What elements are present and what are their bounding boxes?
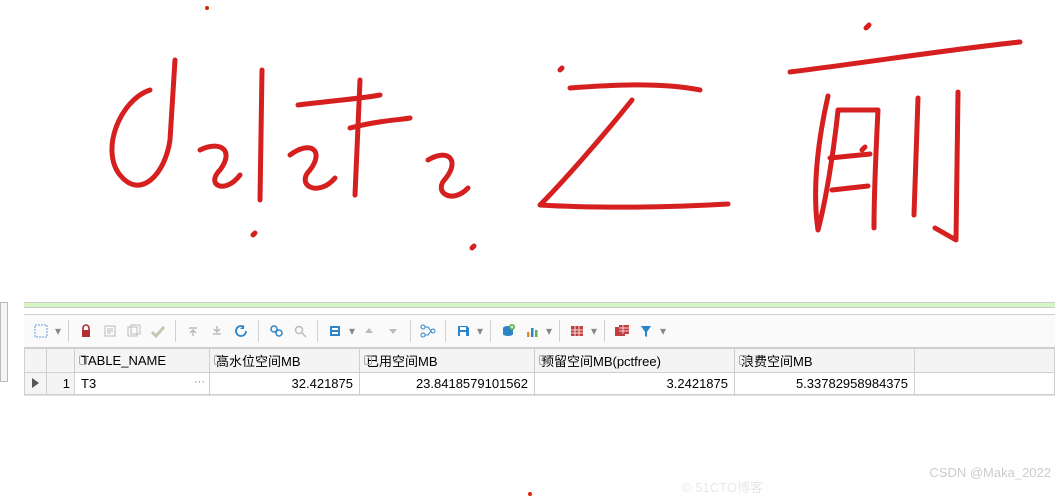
grid-toolbar: ▾ ▾ ▾ ▾	[24, 314, 1055, 348]
dock-stub[interactable]	[0, 302, 8, 382]
collapse-up-icon[interactable]	[182, 320, 204, 342]
chart-icon[interactable]	[521, 320, 543, 342]
dropdown-icon[interactable]: ▾	[659, 324, 667, 338]
watermark-csdn: CSDN @Maka_2022	[929, 465, 1051, 480]
dropdown-icon[interactable]: ▾	[348, 324, 356, 338]
row-number: 1	[47, 373, 75, 395]
divider-bar	[24, 302, 1055, 308]
cell-pctfree[interactable]: 3.2421875	[535, 373, 735, 395]
col-wasted[interactable]: 浪费空间MB	[735, 349, 915, 373]
red-dot	[205, 6, 209, 10]
dropdown-icon[interactable]: ▾	[54, 324, 62, 338]
link-query-icon[interactable]	[417, 320, 439, 342]
grid-icon[interactable]	[566, 320, 588, 342]
header-row: TABLE_NAME 高水位空间MB 已用空间MB 预留空间MB(pctfree…	[25, 349, 1055, 373]
nav-down-icon[interactable]	[382, 320, 404, 342]
dropdown-icon[interactable]: ▾	[590, 324, 598, 338]
fetch-all-icon[interactable]	[123, 320, 145, 342]
single-record-icon[interactable]	[324, 320, 346, 342]
data-grid[interactable]: TABLE_NAME 高水位空间MB 已用空间MB 预留空间MB(pctfree…	[24, 348, 1055, 396]
handwriting-svg	[0, 0, 1063, 280]
export-db-icon[interactable]	[497, 320, 519, 342]
dropdown-icon[interactable]: ▾	[545, 324, 553, 338]
col-table-name[interactable]: TABLE_NAME	[75, 349, 210, 373]
row-indicator[interactable]	[25, 373, 47, 395]
content-panel: ▾ ▾ ▾ ▾	[24, 314, 1055, 484]
col-hwm[interactable]: 高水位空间MB	[210, 349, 360, 373]
handwriting-annotation	[0, 0, 1063, 280]
table-row[interactable]: 1 T3··· 32.421875 23.8418579101562 3.242…	[25, 373, 1055, 395]
col-used[interactable]: 已用空间MB	[360, 349, 535, 373]
cell-editor-icon[interactable]: ···	[194, 376, 205, 388]
collapse-down-icon[interactable]	[206, 320, 228, 342]
cell-table-name[interactable]: T3···	[75, 373, 210, 395]
select-rect-icon[interactable]	[30, 320, 52, 342]
dropdown-icon[interactable]: ▾	[476, 324, 484, 338]
cell-used[interactable]: 23.8418579101562	[360, 373, 535, 395]
save-icon[interactable]	[452, 320, 474, 342]
filter-funnel-icon[interactable]	[635, 320, 657, 342]
lock-icon[interactable]	[75, 320, 97, 342]
grid-stack-icon[interactable]	[611, 320, 633, 342]
watermark-51cto: © 51CTO博客	[682, 477, 763, 496]
cell-hwm[interactable]: 32.421875	[210, 373, 360, 395]
commit-icon[interactable]	[147, 320, 169, 342]
find-next-icon[interactable]	[289, 320, 311, 342]
refresh-icon[interactable]	[230, 320, 252, 342]
cell-wasted[interactable]: 5.33782958984375	[735, 373, 915, 395]
nav-up-icon[interactable]	[358, 320, 380, 342]
col-pctfree[interactable]: 预留空间MB(pctfree)	[535, 349, 735, 373]
fetch-page-icon[interactable]	[99, 320, 121, 342]
find-icon[interactable]	[265, 320, 287, 342]
red-dot	[528, 492, 532, 496]
